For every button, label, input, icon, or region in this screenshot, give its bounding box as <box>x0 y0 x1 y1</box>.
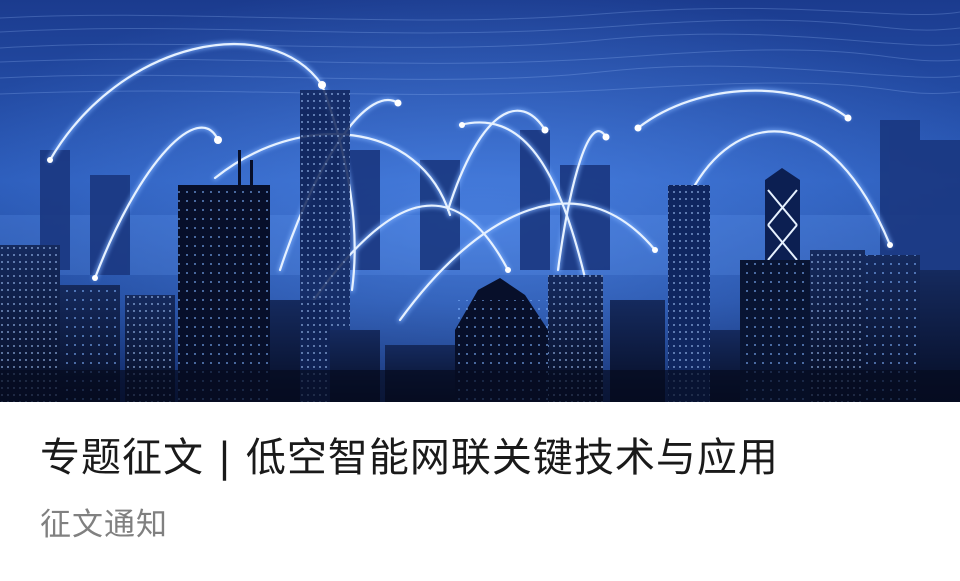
article-title[interactable]: 专题征文 | 低空智能网联关键技术与应用 <box>40 428 940 488</box>
cover-image[interactable] <box>0 0 960 402</box>
article-subtitle: 征文通知 <box>40 507 168 543</box>
article-card[interactable]: 专题征文 | 低空智能网联关键技术与应用 征文通知 <box>0 0 960 581</box>
